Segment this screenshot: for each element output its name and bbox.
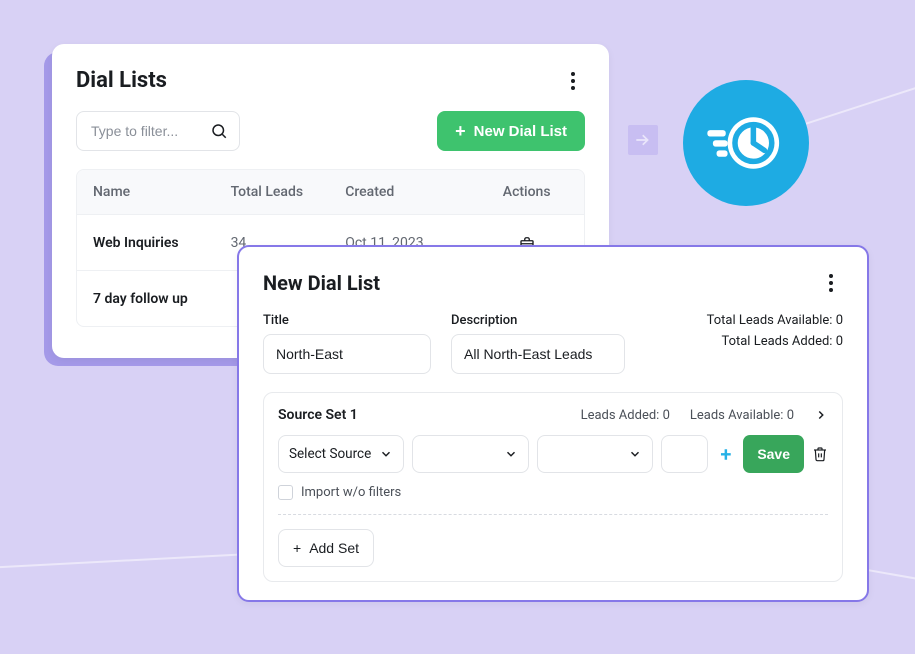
add-set-label: Add Set [309,540,359,556]
dial-lists-toolbar: + New Dial List [76,111,585,151]
chevron-down-icon [379,447,393,461]
brand-logo [683,80,809,206]
source-set-name: Source Set 1 [278,407,358,423]
source-set-panel: Source Set 1 Leads Added: 0 Leads Availa… [263,392,843,582]
select-source-dropdown[interactable]: Select Source [278,435,404,473]
row-name: Web Inquiries [77,235,231,251]
select-dropdown-3[interactable] [537,435,654,473]
select-dropdown-2[interactable] [412,435,529,473]
description-input[interactable] [451,334,625,374]
title-label: Title [263,313,431,328]
chevron-down-icon [504,447,518,461]
chevron-down-icon [628,447,642,461]
plus-icon: + [293,540,301,556]
new-dial-list-label: New Dial List [474,123,567,140]
dial-lists-header: Dial Lists [76,68,585,93]
title-input[interactable] [263,334,431,374]
new-dial-list-button[interactable]: + New Dial List [437,111,585,151]
plus-icon: + [455,122,466,140]
table-header: Name Total Leads Created Actions [77,170,584,214]
row-name: 7 day follow up [77,291,231,307]
filter-search [76,111,240,151]
import-wo-filters-checkbox[interactable] [278,485,293,500]
arrow-forward-icon [628,125,658,155]
new-dial-header: New Dial List [263,271,843,295]
source-set-controls: Select Source + Save [278,435,828,473]
total-leads-available: Total Leads Available: 0 [707,313,843,328]
save-button[interactable]: Save [743,435,804,473]
select-source-label: Select Source [289,446,371,462]
col-name: Name [77,184,231,200]
col-created: Created [345,184,469,200]
add-filter-icon[interactable]: + [716,442,735,466]
import-wo-filters-label: Import w/o filters [301,485,401,500]
description-label: Description [451,313,625,328]
new-dial-list-card: New Dial List Title Description Total Le… [237,245,869,602]
search-icon [210,122,228,140]
leads-added-stat: Leads Added: 0 [581,408,670,423]
source-set-header: Source Set 1 Leads Added: 0 Leads Availa… [278,407,828,423]
divider [278,514,828,515]
more-menu-button[interactable] [819,271,843,295]
title-field: Title [263,313,431,374]
col-total-leads: Total Leads [231,184,346,200]
import-filters-row: Import w/o filters [278,485,828,500]
totals-block: Total Leads Available: 0 Total Leads Add… [707,313,843,349]
description-field: Description [451,313,625,374]
col-actions: Actions [469,184,584,200]
value-input[interactable] [661,435,708,473]
title-desc-row: Title Description Total Leads Available:… [263,313,843,374]
trash-icon[interactable] [812,446,828,462]
add-set-button[interactable]: + Add Set [278,529,374,567]
leads-available-stat: Leads Available: 0 [690,408,794,423]
chevron-right-icon[interactable] [814,408,828,422]
more-menu-button[interactable] [561,69,585,93]
total-leads-added: Total Leads Added: 0 [721,334,843,349]
dial-lists-title: Dial Lists [76,68,167,93]
new-dial-title: New Dial List [263,271,380,295]
